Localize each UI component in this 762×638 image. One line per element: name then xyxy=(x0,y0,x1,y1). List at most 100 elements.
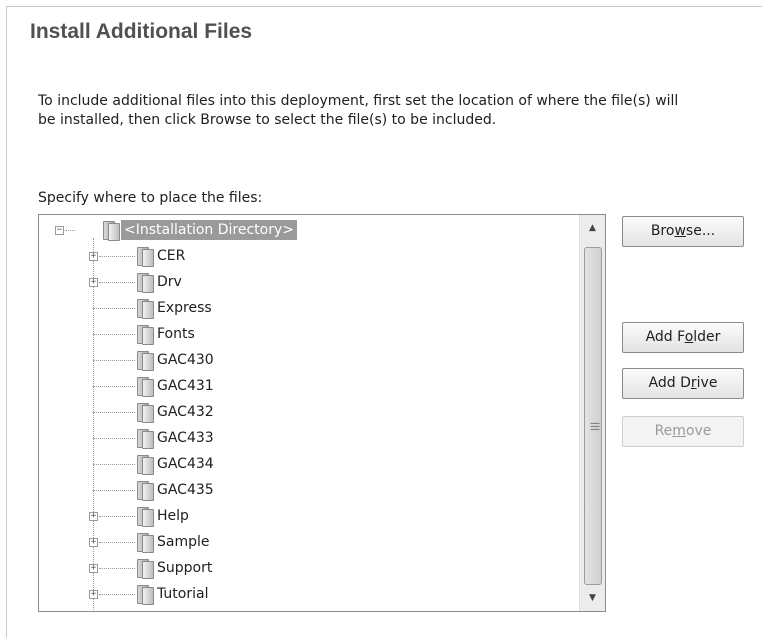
minus-expander-icon[interactable]: − xyxy=(55,226,64,235)
tree-item-label[interactable]: Fonts xyxy=(157,324,195,344)
folder-icon xyxy=(135,246,154,267)
folder-icon xyxy=(135,584,154,605)
add-drive-button-label-post: ive xyxy=(696,375,718,391)
folder-icon xyxy=(135,272,154,293)
tree-item-label[interactable]: Help xyxy=(157,506,189,526)
browse-button-label-post: se... xyxy=(685,223,716,239)
browse-button-label-pre: Bro xyxy=(650,223,675,239)
folder-icon xyxy=(135,428,154,449)
folder-icon xyxy=(135,324,154,345)
tree-item[interactable] xyxy=(39,582,579,608)
add-drive-button[interactable]: Add Drive xyxy=(622,368,744,399)
tree-item[interactable] xyxy=(39,296,579,322)
folder-icon-front xyxy=(142,431,154,449)
tree-item[interactable] xyxy=(39,556,579,582)
add-folder-button-label-post: lder xyxy=(693,329,721,345)
tree-connector-line xyxy=(93,464,135,465)
tree-item-label[interactable]: GAC434 xyxy=(157,454,214,474)
folder-icon-front xyxy=(142,353,154,371)
tree-item[interactable] xyxy=(39,504,579,530)
folder-icon-front xyxy=(108,223,120,241)
tree-item[interactable] xyxy=(39,244,579,270)
remove-button-label-pre: Re xyxy=(654,423,673,439)
add-folder-button[interactable]: Add Folder xyxy=(622,322,744,353)
tree-item[interactable] xyxy=(39,400,579,426)
tree-connector-line xyxy=(99,516,135,517)
folder-icon-front xyxy=(142,379,154,397)
plus-expander-icon[interactable]: + xyxy=(89,278,98,287)
folder-icon-front xyxy=(142,509,154,527)
folder-icon-front xyxy=(142,249,154,267)
folder-icon-front xyxy=(142,561,154,579)
tree-item-label[interactable]: Sample xyxy=(157,532,210,552)
tree-item-label[interactable]: CER xyxy=(157,246,185,266)
tree-item[interactable] xyxy=(39,478,579,504)
tree-item-label[interactable]: Support xyxy=(157,558,212,578)
add-folder-button-accelerator: o xyxy=(684,329,694,345)
tree-item-label[interactable]: Drv xyxy=(157,272,182,292)
instructions-text: To include additional files into this de… xyxy=(38,93,679,128)
tree-item[interactable] xyxy=(39,452,579,478)
tree-connector-line xyxy=(93,412,135,413)
plus-expander-icon[interactable]: + xyxy=(89,564,98,573)
plus-expander-icon[interactable]: + xyxy=(89,512,98,521)
folder-icon xyxy=(135,532,154,553)
tree-item-label[interactable]: GAC431 xyxy=(157,376,214,396)
tree-item-label[interactable]: Express xyxy=(157,298,212,318)
tree-connector-line xyxy=(93,360,135,361)
folder-icon-front xyxy=(142,275,154,293)
tree-item[interactable] xyxy=(39,530,579,556)
folder-icon xyxy=(135,506,154,527)
tree-item-label[interactable]: Tutorial xyxy=(157,584,208,604)
tree-item-label[interactable]: GAC432 xyxy=(157,402,214,422)
tree-item[interactable] xyxy=(39,322,579,348)
browse-button-accelerator: w xyxy=(674,223,686,239)
folder-icon xyxy=(135,558,154,579)
folder-icon-front xyxy=(142,457,154,475)
tree-connector-line xyxy=(65,230,75,231)
folder-icon xyxy=(135,350,154,371)
add-drive-button-label-pre: Add D xyxy=(648,375,691,391)
tree-connector-line xyxy=(93,386,135,387)
tree-connector-line xyxy=(93,308,135,309)
add-folder-button-label-pre: Add F xyxy=(645,329,685,345)
folder-icon xyxy=(101,220,120,241)
folder-icon xyxy=(135,298,154,319)
tree-connector-line xyxy=(93,334,135,335)
scrollbar-grip-icon: — — — xyxy=(590,418,600,435)
folder-icon xyxy=(135,402,154,423)
scroll-down-arrow-icon[interactable]: ▼ xyxy=(580,585,605,611)
folder-icon xyxy=(135,480,154,501)
tree-item-label[interactable]: GAC433 xyxy=(157,428,214,448)
tree-item[interactable] xyxy=(39,426,579,452)
folder-icon-front xyxy=(142,587,154,605)
tree-item[interactable] xyxy=(39,270,579,296)
tree-item-label[interactable]: GAC435 xyxy=(157,480,214,500)
panel-top-border xyxy=(6,6,762,7)
plus-expander-icon[interactable]: + xyxy=(89,538,98,547)
folder-tree-view[interactable]: − <Installation Directory> + CER + Drv Express… xyxy=(38,214,606,612)
remove-button-label-post: ove xyxy=(685,423,712,439)
tree-connector-line xyxy=(99,542,135,543)
scroll-up-arrow-icon[interactable]: ▲ xyxy=(580,215,605,241)
remove-button[interactable]: Remove xyxy=(622,416,744,447)
tree-content: − <Installation Directory> + CER + Drv Express… xyxy=(39,215,579,611)
tree-connector-line xyxy=(93,490,135,491)
plus-expander-icon[interactable]: + xyxy=(89,252,98,261)
folder-icon-front xyxy=(142,301,154,319)
browse-button[interactable]: Browse... xyxy=(622,216,744,247)
tree-item[interactable] xyxy=(39,348,579,374)
tree-item[interactable] xyxy=(39,374,579,400)
folder-icon xyxy=(135,376,154,397)
tree-root-label[interactable]: <Installation Directory> xyxy=(121,220,297,240)
folder-icon-front xyxy=(142,405,154,423)
specify-location-label: Specify where to place the files: xyxy=(38,190,263,206)
tree-connector-line xyxy=(99,568,135,569)
plus-expander-icon[interactable]: + xyxy=(89,590,98,599)
folder-icon xyxy=(135,454,154,475)
tree-connector-line xyxy=(93,438,135,439)
vertical-scrollbar[interactable]: ▲ — — — ▼ xyxy=(579,215,605,611)
page-title: Install Additional Files xyxy=(30,20,253,43)
scrollbar-thumb[interactable]: — — — xyxy=(584,247,602,585)
tree-item-label[interactable]: GAC430 xyxy=(157,350,214,370)
